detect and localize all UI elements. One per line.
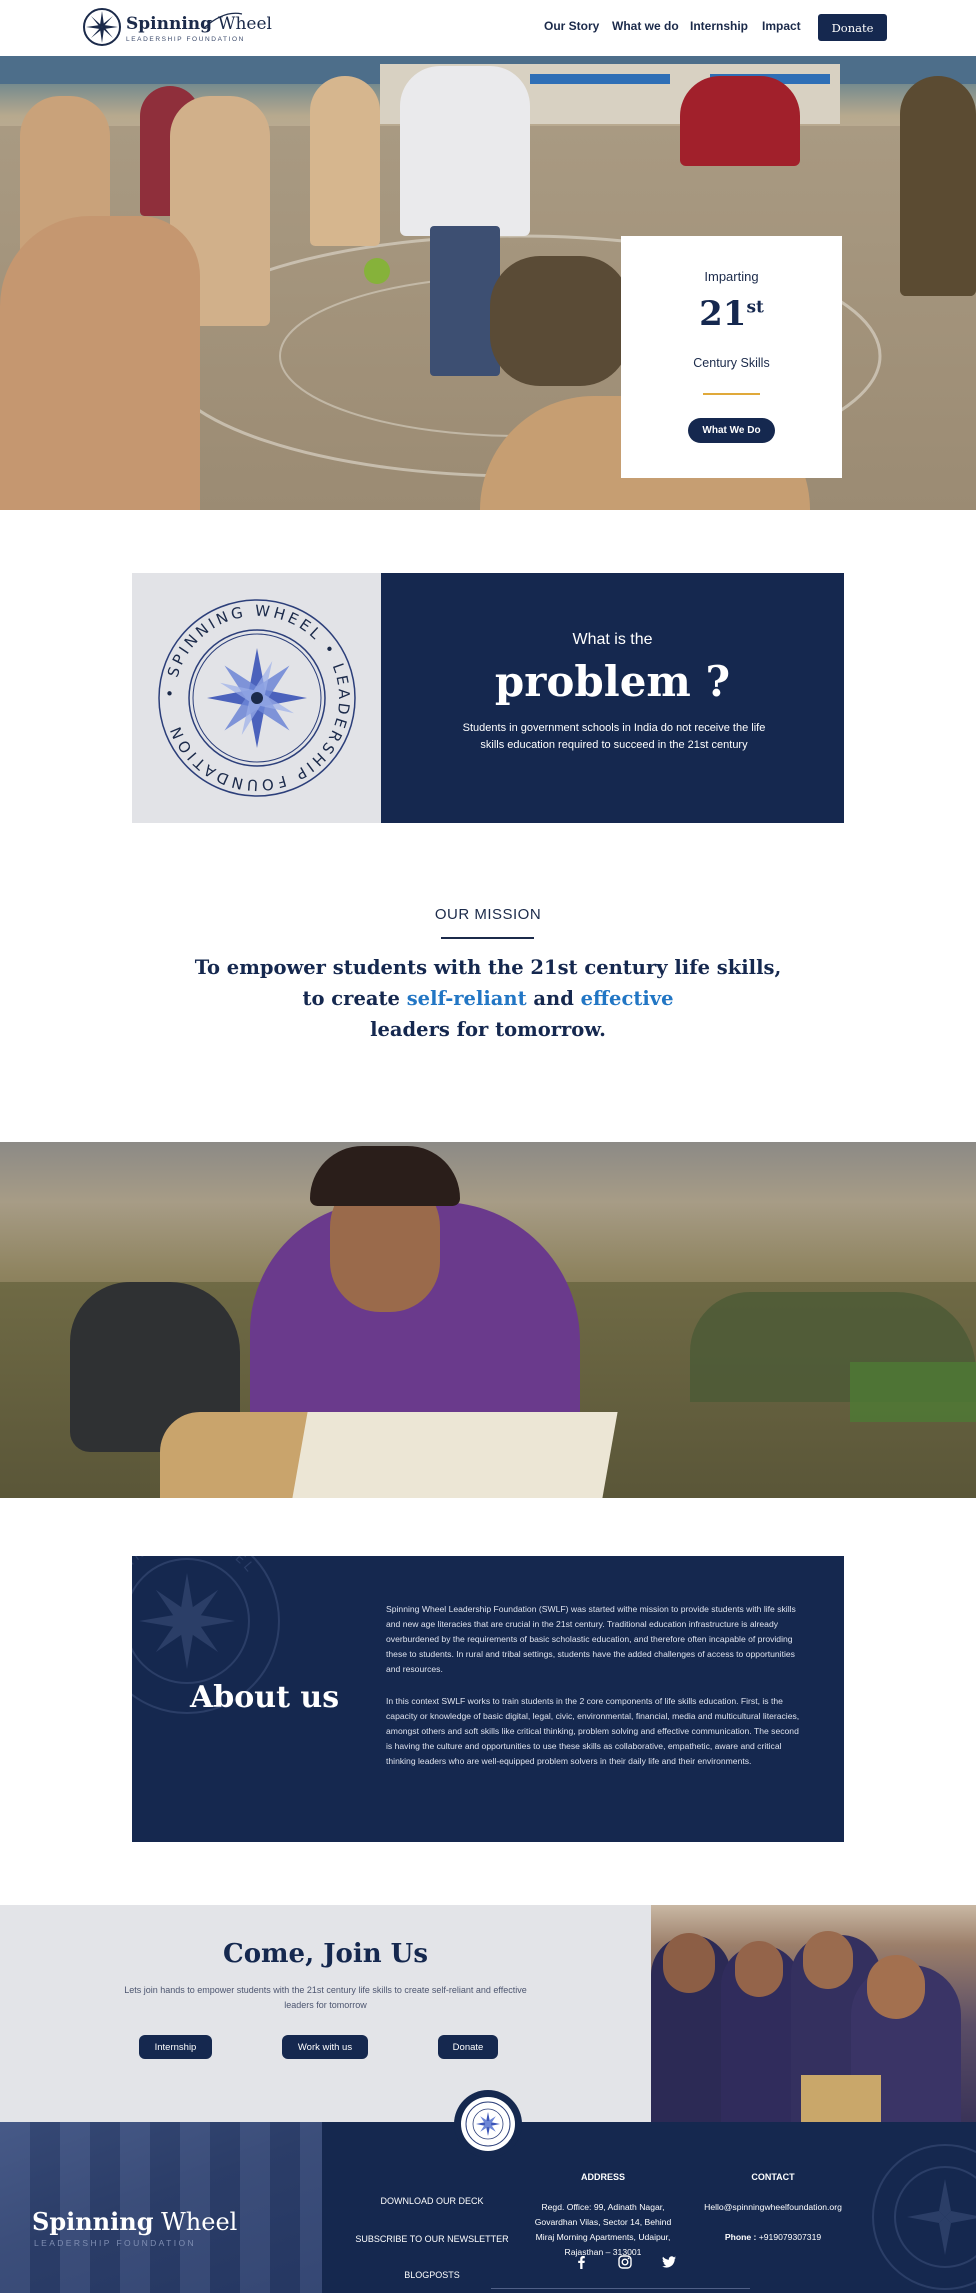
photo-child-shorts [801,2075,881,2122]
site-header: Spinning Wheel LEADERSHIP FOUNDATION Our… [0,0,976,56]
footer-badge-seal-icon [461,2097,515,2151]
mission-line-2: to create self-reliant and effective [302,987,674,1010]
problem-panel: What is the problem ? Students in govern… [381,573,844,823]
nav-what-we-do[interactable]: What we do [612,19,679,33]
logo-title: Spinning Wheel [126,14,272,34]
mission-divider [441,937,534,939]
facebook-icon[interactable] [573,2254,589,2270]
children-group-photo [651,1905,976,2122]
join-internship-button[interactable]: Internship [139,2035,212,2059]
hero-section: Imparting 21st Century Skills What We Do [0,56,976,510]
hero-photo-child [900,76,976,296]
newsletter-link[interactable]: SUBSCRIBE TO OUR NEWSLETTER [346,2234,518,2244]
spinning-wheel-logo-icon [83,8,121,46]
hero-photo-child [310,76,380,246]
mission-highlight-self-reliant: self-reliant [406,987,527,1010]
problem-text: Students in government schools in India … [462,722,766,751]
footer-brand-panel: Spinning Wheel LEADERSHIP FOUNDATION [0,2122,322,2293]
site-logo[interactable]: Spinning Wheel LEADERSHIP FOUNDATION [82,6,272,52]
join-section: Come, Join Us Lets join hands to empower… [0,1905,651,2122]
nav-our-story[interactable]: Our Story [544,19,599,33]
footer-divider [491,2288,750,2289]
photo-grass [850,1362,976,1422]
hero-card: Imparting 21st Century Skills What We Do [621,236,842,478]
join-text: Lets join hands to empower students with… [124,1985,527,2010]
foundation-seal-icon: • SPINNING WHEEL • LEADERSHIP FOUNDATION [158,599,356,797]
hero-photo-child [490,256,630,386]
photo-child-face [867,1955,925,2019]
footer-badge [454,2090,522,2158]
mission-highlight-effective: effective [580,987,674,1010]
about-title: About us [190,1680,340,1715]
what-we-do-button[interactable]: What We Do [688,418,775,443]
hero-kicker: Imparting [704,269,759,284]
photo-child-face [803,1931,853,1989]
girl-reading-photo [0,1142,976,1498]
hero-number: 21st [699,294,764,334]
address-text: Regd. Office: 99, Adinath Nagar, Govardh… [534,2202,672,2257]
hero-photo-woman [400,66,530,236]
nav-impact[interactable]: Impact [762,19,801,33]
about-paragraph-1: Spinning Wheel Leadership Foundation (SW… [386,1604,796,1674]
blogposts-link[interactable]: BLOGPOSTS [346,2270,518,2280]
instagram-icon[interactable] [617,2254,633,2270]
photo-girl-hair [310,1146,460,1206]
logo-subtitle: LEADERSHIP FOUNDATION [126,36,245,43]
contact-heading: CONTACT [751,2172,795,2182]
nav-internship[interactable]: Internship [690,19,748,33]
donate-button[interactable]: Donate [818,14,887,41]
hero-photo-child [680,76,800,166]
join-work-with-us-button[interactable]: Work with us [282,2035,368,2059]
download-deck-link[interactable]: DOWNLOAD OUR DECK [346,2196,518,2206]
problem-seal-panel: • SPINNING WHEEL • LEADERSHIP FOUNDATION [132,573,381,823]
about-section: SPINNING WHEEL About us Spinning Wheel L… [132,1556,844,1842]
problem-kicker: What is the [572,631,653,648]
photo-book [292,1412,618,1498]
contact-phone[interactable]: Phone : +919079307319 [683,2230,863,2245]
mission-line-3: leaders for tomorrow. [370,1018,606,1041]
hero-divider [703,393,760,395]
footer-tagline: LEADERSHIP FOUNDATION [34,2238,197,2248]
join-title: Come, Join Us [223,1939,428,1969]
footer-watermark-seal-icon [872,2144,976,2290]
hero-photo-child [0,216,200,510]
footer-brand: Spinning Wheel [32,2207,238,2236]
join-donate-button[interactable]: Donate [438,2035,498,2059]
logo-swoosh-icon [203,12,243,29]
problem-title: problem ? [494,657,731,706]
hero-caption: Century Skills [693,356,770,370]
twitter-icon[interactable] [661,2254,677,2270]
photo-child-face [735,1941,783,1997]
mission-label: OUR MISSION [434,906,542,923]
about-paragraph-2: In this context SWLF works to train stud… [386,1696,800,1766]
contact-email[interactable]: Hello@spinningwheelfoundation.org [683,2200,863,2215]
address-heading: ADDRESS [580,2172,625,2182]
mission-line-1: To empower students with the 21st centur… [194,956,782,979]
photo-child-face [663,1933,715,1993]
